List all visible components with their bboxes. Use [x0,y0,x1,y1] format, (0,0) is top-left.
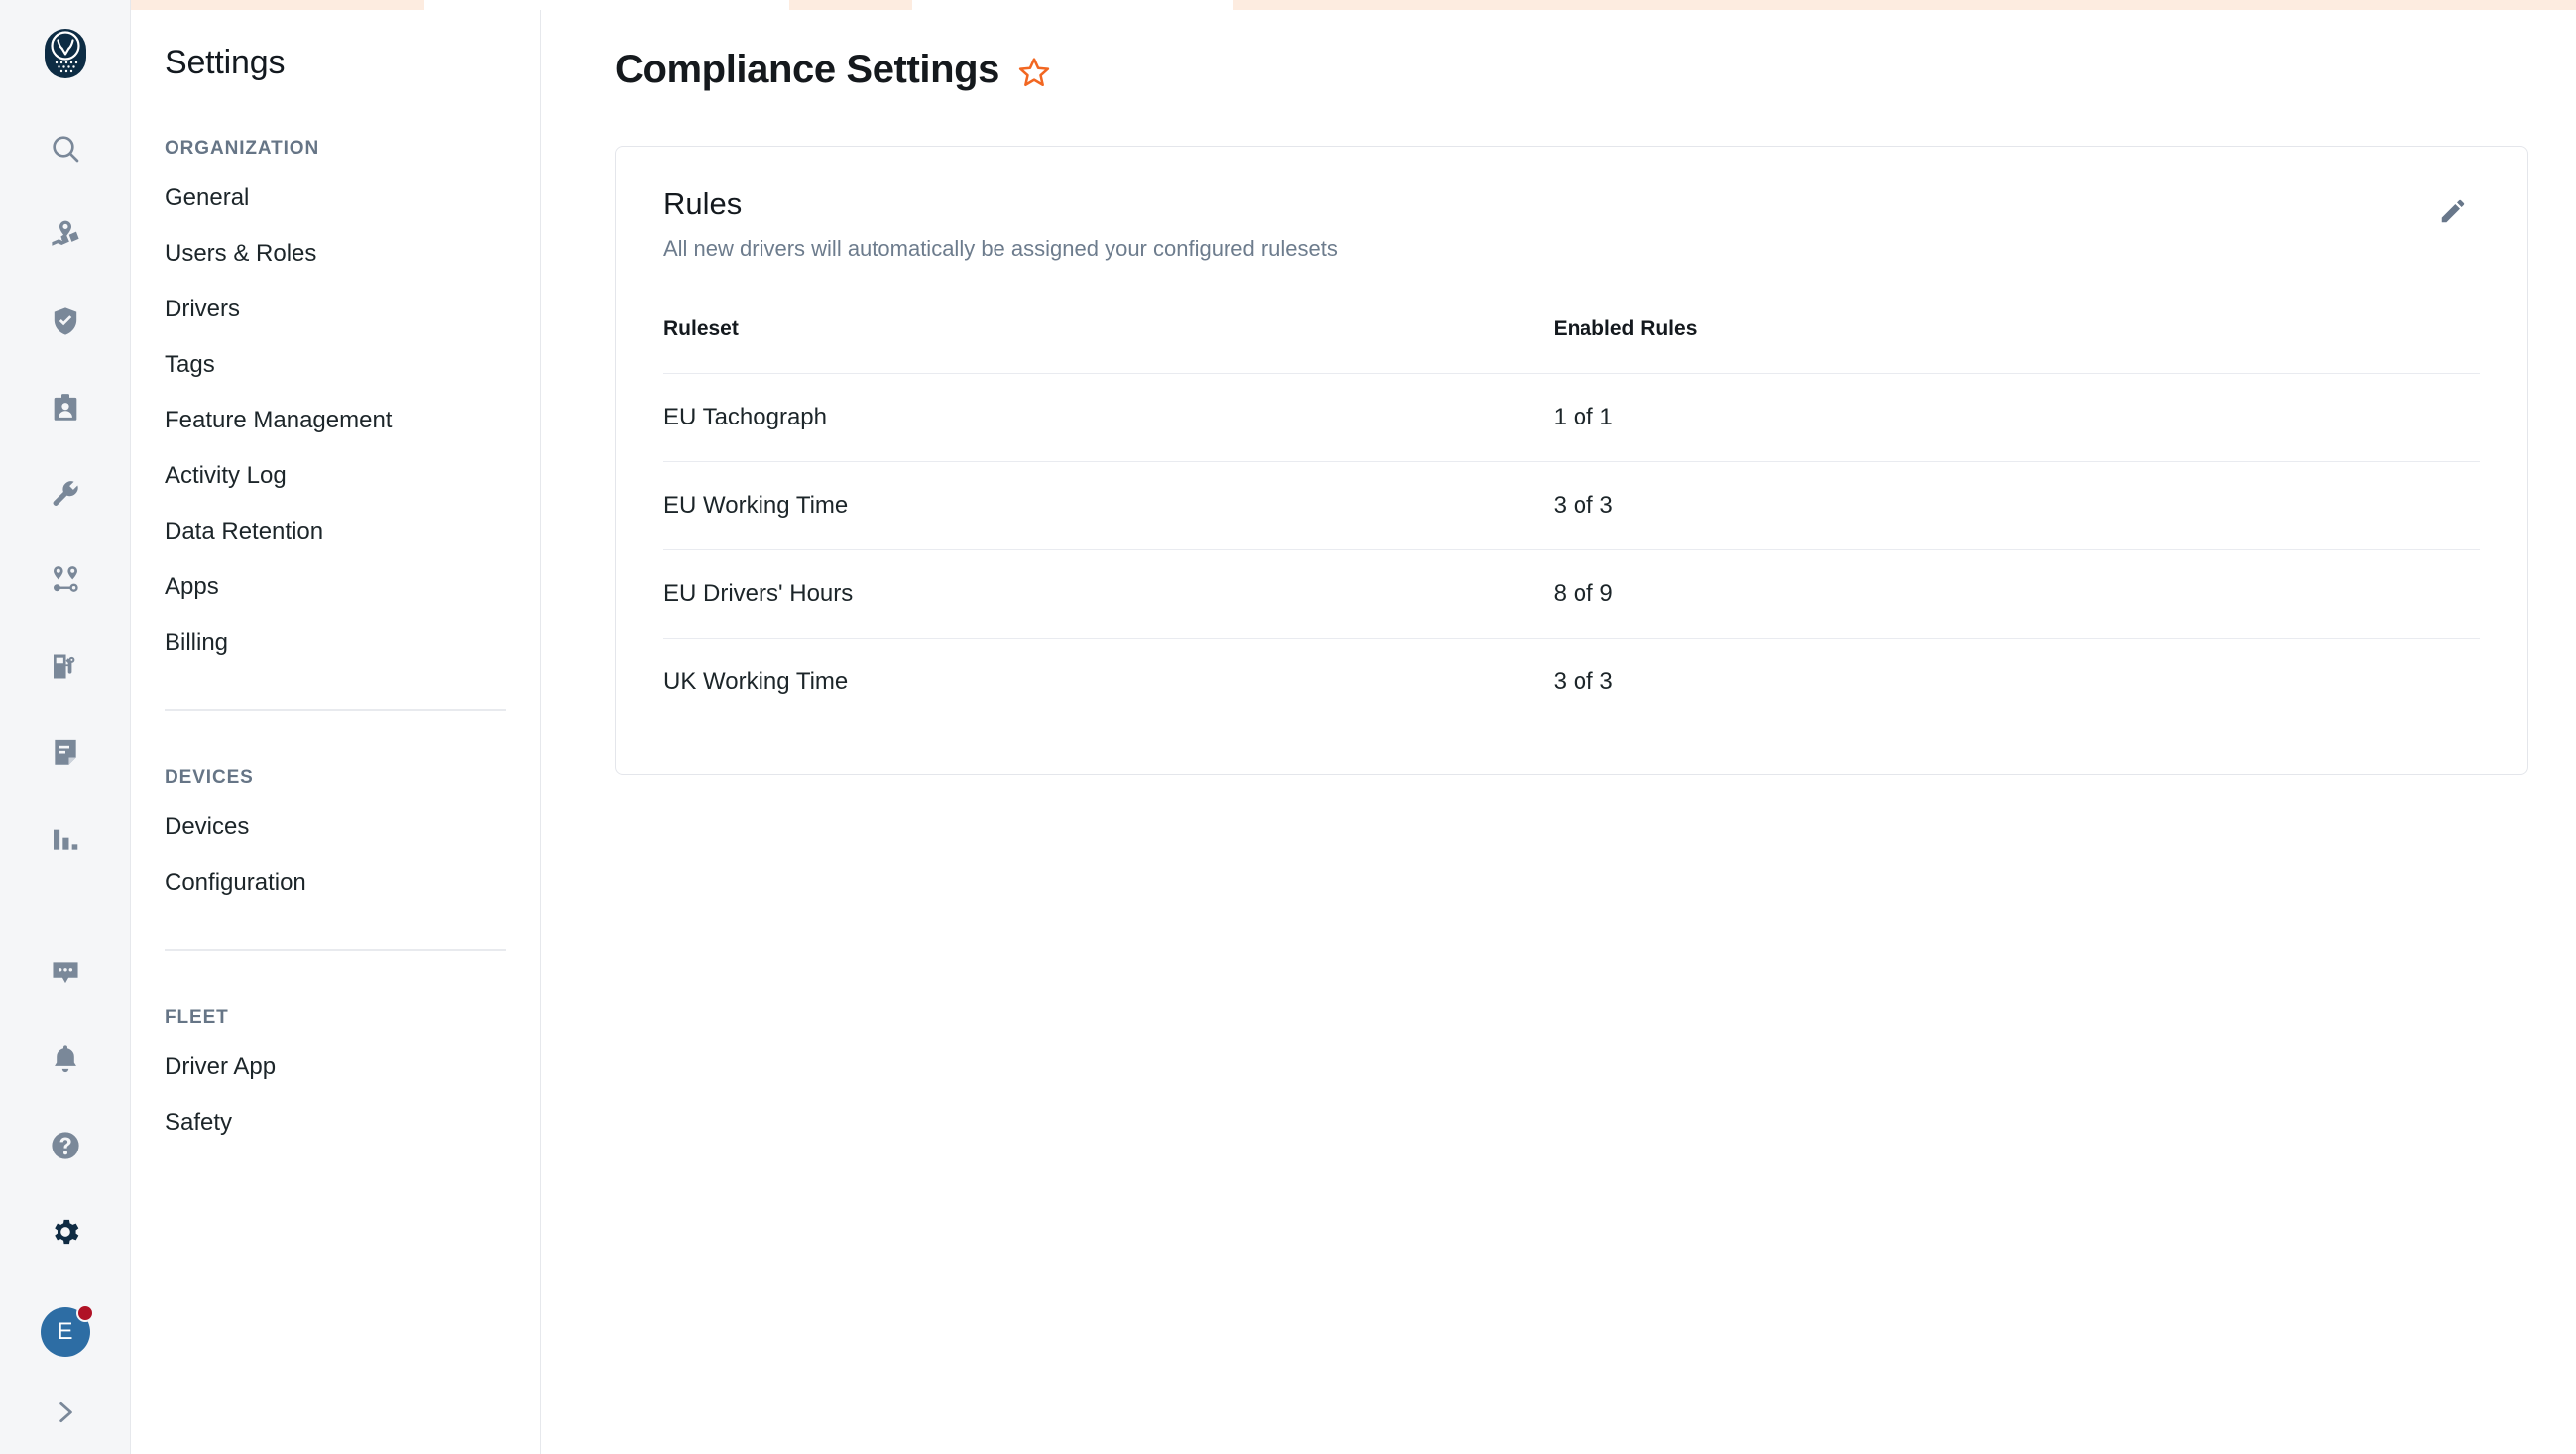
main-content: Compliance Settings Rules All new driver… [541,0,2576,1454]
rules-card-heading-text: Rules All new drivers will automatically… [663,186,1338,262]
sidebar-item-data-retention[interactable]: Data Retention [165,503,540,558]
nav-section-fleet: FLEET Driver App Safety [131,1007,540,1150]
nav-section-devices: DEVICES Devices Configuration [131,767,540,909]
sidebar-item-activity-log[interactable]: Activity Log [165,447,540,503]
id-card-icon[interactable] [35,377,96,438]
nav-divider-2 [165,949,506,951]
sidebar-item-general[interactable]: General [165,170,540,225]
pencil-icon[interactable] [2432,190,2474,237]
search-icon[interactable] [35,118,96,180]
chevron-right-icon[interactable] [35,1385,96,1440]
document-icon[interactable] [35,722,96,784]
settings-panel-title: Settings [131,0,540,82]
column-header-ruleset: Ruleset [663,317,1554,374]
bar-chart-icon[interactable] [35,808,96,870]
nav-section-label-fleet: FLEET [165,1007,540,1029]
bell-icon[interactable] [35,1029,96,1090]
map-icon[interactable] [35,204,96,266]
chat-bubble-icon[interactable] [35,942,96,1004]
top-notification-strip [131,0,2576,10]
rules-card-title: Rules [663,186,1338,222]
nav-section-label-devices: DEVICES [165,767,540,788]
sidebar-item-configuration[interactable]: Configuration [165,854,540,909]
nav-section-organization: ORGANIZATION General Users & Roles Drive… [131,138,540,669]
cell-enabled-rules: 3 of 3 [1554,462,2480,550]
sidebar-item-drivers[interactable]: Drivers [165,281,540,336]
nav-section-label-organization: ORGANIZATION [165,138,540,160]
page-header: Compliance Settings [541,0,2576,92]
fuel-pump-icon[interactable] [35,636,96,697]
owl-logo[interactable] [44,28,87,84]
sidebar-item-apps[interactable]: Apps [165,558,540,614]
rules-card-subtitle: All new drivers will automatically be as… [663,236,1338,262]
sidebar-item-safety[interactable]: Safety [165,1094,540,1150]
app-root: E Settings ORGANIZATION General Users & … [0,0,2576,1454]
rules-table: Ruleset Enabled Rules EU Tachograph 1 of… [663,317,2480,726]
sidebar-item-feature-management[interactable]: Feature Management [165,392,540,447]
sidebar-item-devices[interactable]: Devices [165,798,540,854]
cell-enabled-rules: 1 of 1 [1554,374,2480,462]
help-circle-icon[interactable] [35,1115,96,1176]
icon-rail-bottom: E [35,942,96,1454]
nav-divider-1 [165,709,506,711]
table-row[interactable]: EU Drivers' Hours 8 of 9 [663,550,2480,639]
sidebar-item-billing[interactable]: Billing [165,614,540,669]
star-outline-icon[interactable] [1017,52,1051,89]
rules-card-header: Rules All new drivers will automatically… [663,186,2480,262]
sidebar-item-driver-app[interactable]: Driver App [165,1038,540,1094]
table-row[interactable]: UK Working Time 3 of 3 [663,639,2480,727]
rules-card: Rules All new drivers will automatically… [615,146,2528,775]
rules-table-body: EU Tachograph 1 of 1 EU Working Time 3 o… [663,374,2480,727]
cell-ruleset: EU Working Time [663,462,1554,550]
column-header-enabled-rules: Enabled Rules [1554,317,2480,374]
rules-table-head: Ruleset Enabled Rules [663,317,2480,374]
shield-check-icon[interactable] [35,291,96,352]
table-header-row: Ruleset Enabled Rules [663,317,2480,374]
cell-enabled-rules: 8 of 9 [1554,550,2480,639]
sidebar-item-users-roles[interactable]: Users & Roles [165,225,540,281]
page-title: Compliance Settings [615,48,999,92]
cell-enabled-rules: 3 of 3 [1554,639,2480,727]
avatar[interactable]: E [35,1301,96,1363]
cell-ruleset: UK Working Time [663,639,1554,727]
cell-ruleset: EU Drivers' Hours [663,550,1554,639]
wrench-icon[interactable] [35,463,96,525]
sidebar-item-tags[interactable]: Tags [165,336,540,392]
route-icon[interactable] [35,549,96,611]
cell-ruleset: EU Tachograph [663,374,1554,462]
avatar-notification-badge [76,1304,94,1322]
gear-icon[interactable] [35,1201,96,1263]
table-row[interactable]: EU Tachograph 1 of 1 [663,374,2480,462]
icon-rail: E [0,0,131,1454]
settings-nav-panel: Settings ORGANIZATION General Users & Ro… [131,0,541,1454]
table-row[interactable]: EU Working Time 3 of 3 [663,462,2480,550]
